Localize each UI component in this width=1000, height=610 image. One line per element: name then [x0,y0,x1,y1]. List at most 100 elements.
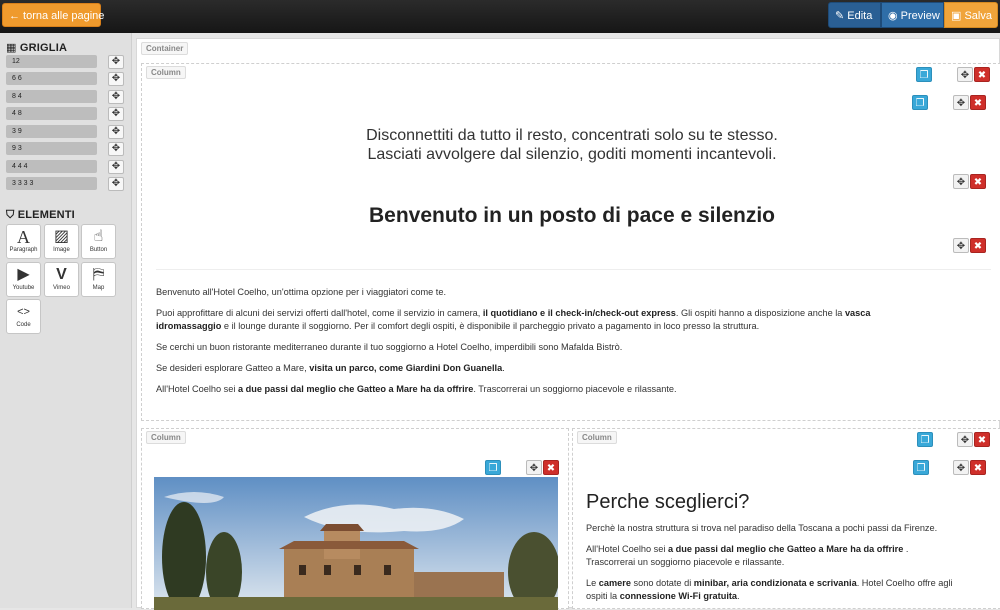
element-image[interactable]: ▨ Image [44,224,79,259]
preview-button[interactable]: ◉ Preview [881,2,944,28]
intro-paragraph-block: Benvenuto all'Hotel Coelho, un'ottima op… [156,286,986,396]
column-top[interactable]: Column ❐ ✥ ✖ ❐ ✥ ✖ Disconnettiti da tutt… [141,63,1000,421]
text: . [502,363,505,373]
element-paragraph[interactable]: A Paragraph [6,224,41,259]
text: All'Hotel Coelho sei [156,384,238,394]
text: Le [586,578,599,588]
pointer-icon: ☝ [93,228,104,245]
bold-text: a due passi dal meglio che Gatteo a Mare… [237,384,474,394]
grid-row-9-3[interactable]: 9 3 [6,142,97,155]
text: . Gli ospiti hanno a disposizione anche … [675,308,845,318]
grid-row-3-3-3-3[interactable]: 3 3 3 3 [6,177,97,190]
move-icon[interactable]: ✥ [108,142,124,156]
text: Se desideri esplorare Gatteo a Mare, [156,363,310,373]
grid-row-6-6[interactable]: 6 6 [6,72,97,85]
preview-label: Preview [900,10,940,22]
move-icon[interactable]: ✥ [957,432,973,447]
html5-icon: ⛉ [6,209,15,221]
divider [156,269,991,270]
text: . [737,591,740,601]
grid-row-12[interactable]: 12 [6,55,97,68]
hotel-image[interactable] [154,477,558,610]
column-why-us[interactable]: Column ❐ ✥ ✖ ❐ ✥ ✖ Perche sceglierci? Pe… [572,428,1000,609]
text: . Hotel Coelho offre agli [856,578,953,588]
copy-icon[interactable]: ❐ [913,460,929,475]
bold-text: visita un parco, come Giardini Don Guane… [309,363,503,373]
paragraph-3: Se cerchi un buon ristorante mediterrane… [156,342,623,352]
move-icon[interactable]: ✥ [108,125,124,139]
grid-row-3-9[interactable]: 3 9 [6,125,97,138]
move-icon[interactable]: ✥ [108,90,124,104]
element-code[interactable]: <> Code [6,299,41,334]
why-paragraph-2: All'Hotel Coelho sei a due passi dal meg… [586,543,996,569]
text-icon: A [17,227,30,247]
hotel-photo [154,477,558,610]
bold-text: idromassaggio [156,321,222,331]
save-button[interactable]: ▣ Salva [944,2,998,28]
move-icon[interactable]: ✥ [108,177,124,191]
element-map[interactable]: ⛿ Map [81,262,116,297]
save-label: Salva [964,10,992,22]
delete-icon[interactable]: ✖ [543,460,559,475]
move-icon[interactable]: ✥ [953,95,969,110]
move-icon[interactable]: ✥ [108,160,124,174]
element-button[interactable]: ☝ Button [81,224,116,259]
move-icon[interactable]: ✥ [953,238,969,253]
copy-icon[interactable]: ❐ [916,67,932,82]
column-tag: Column [146,66,186,79]
edit-label: Edita [847,10,873,22]
bold-text: connessione Wi-Fi gratuita [619,591,738,601]
element-vimeo[interactable]: V Vimeo [44,262,79,297]
grid-section-title: ▦ GRIGLIA [6,41,67,54]
eye-icon: ◉ [888,10,898,22]
edit-button[interactable]: ✎ Edita [828,2,881,28]
delete-icon[interactable]: ✖ [970,174,986,189]
grid-row-4-8[interactable]: 4 8 [6,107,97,120]
back-to-pages-button[interactable]: ← torna alle pagine [2,3,104,27]
why-paragraph-3: Le camere sono dotate di minibar, aria c… [586,577,996,603]
element-label: Map [92,285,105,291]
element-label: Image [53,247,70,253]
move-icon[interactable]: ✥ [957,67,973,82]
why-us-text: Perchè la nostra struttura si trova nel … [586,522,996,603]
copy-icon[interactable]: ❐ [912,95,928,110]
grid-row-8-4[interactable]: 8 4 [6,90,97,103]
delete-icon[interactable]: ✖ [974,67,990,82]
copy-icon[interactable]: ❐ [917,432,933,447]
copy-icon[interactable]: ❐ [485,460,501,475]
move-icon[interactable]: ✥ [953,174,969,189]
sidebar: ▦ GRIGLIA 12 ✥ 6 6 ✥ 8 4 ✥ 4 8 ✥ 3 9 ✥ 9… [0,33,132,608]
grid-icon: ▦ [6,42,17,54]
delete-icon[interactable]: ✖ [970,460,986,475]
delete-icon[interactable]: ✖ [970,95,986,110]
why-us-heading: Perche sceglierci? [586,491,750,513]
image-icon: ▨ [53,228,70,245]
move-icon[interactable]: ✥ [953,460,969,475]
move-icon[interactable]: ✥ [108,55,124,69]
move-icon[interactable]: ✥ [526,460,542,475]
welcome-heading: Benvenuto in un posto di pace e silenzio [368,204,776,227]
bold-text: vasca [844,308,871,318]
paragraph-5: All'Hotel Coelho sei a due passi dal meg… [156,383,986,396]
element-youtube[interactable]: ▶ Youtube [6,262,41,297]
text: Puoi approfittare di alcuni dei servizi … [156,308,483,318]
column-image[interactable]: Column ❐ ✥ ✖ [141,428,569,610]
elements-section-title: ⛉ ELEMENTI [6,209,75,222]
text: sono dotate di [630,578,694,588]
text: Trascorrerai un soggiorno piacevole e ri… [586,557,785,567]
text: e il lounge durante il soggiorno. Per il… [221,321,760,331]
delete-icon[interactable]: ✖ [970,238,986,253]
element-label: Code [16,322,31,328]
move-icon[interactable]: ✥ [108,72,124,86]
delete-icon[interactable]: ✖ [974,432,990,447]
bold-text: a due passi dal meglio che Gatteo a Mare… [667,544,904,554]
edit-icon: ✎ [835,10,845,22]
element-label: Youtube [12,285,35,291]
intro-heading-line1: Disconnettiti da tutto il resto, concent… [366,127,778,144]
grid-row-4-4-4[interactable]: 4 4 4 [6,160,97,173]
text: . [903,544,909,554]
element-label: Vimeo [53,285,70,291]
map-icon: ⛿ [92,266,105,283]
grid-title: GRIGLIA [19,42,68,54]
move-icon[interactable]: ✥ [108,107,124,121]
